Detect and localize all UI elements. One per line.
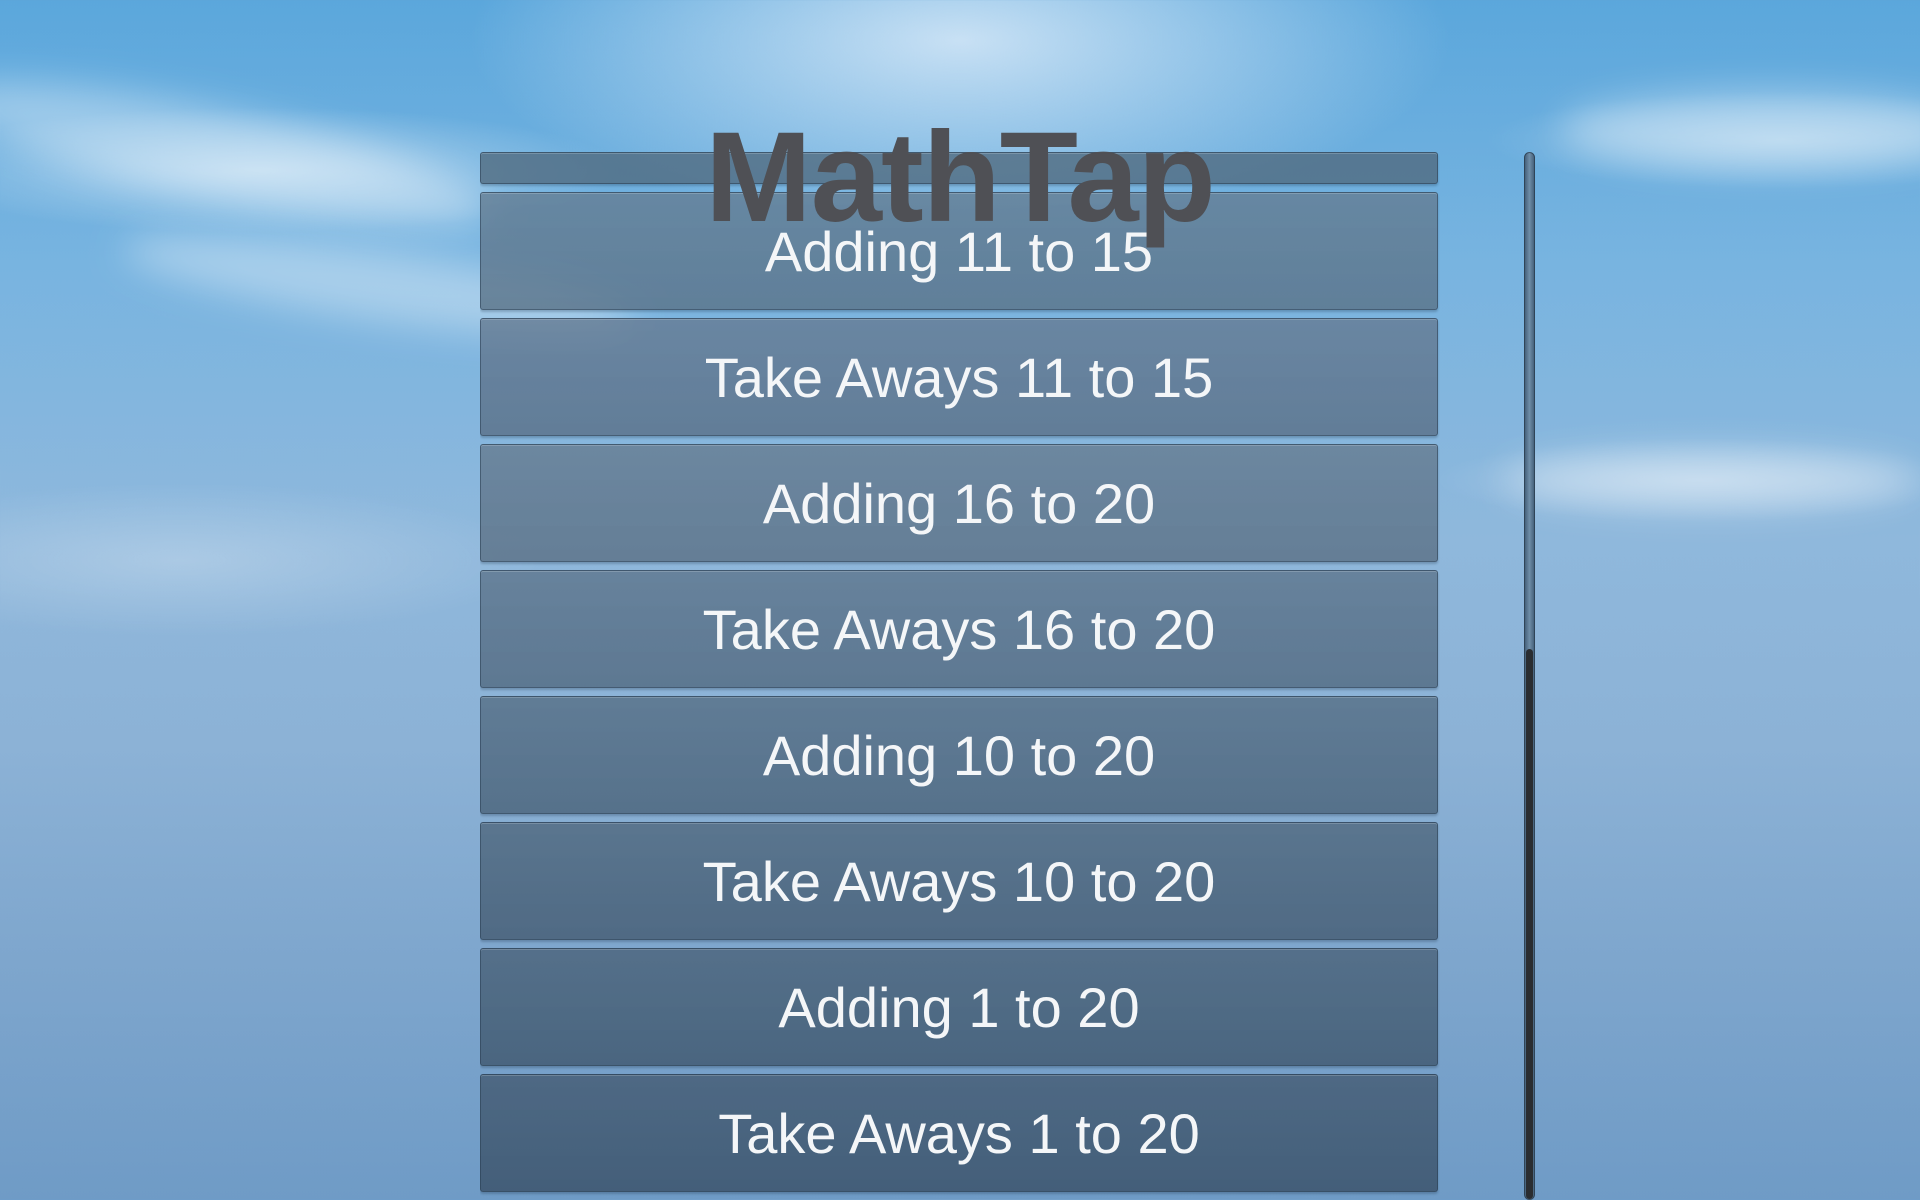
level-button-adding-10-20[interactable]: Adding 10 to 20 <box>480 696 1438 814</box>
level-button-takeaways-11-15[interactable]: Take Aways 11 to 15 <box>480 318 1438 436</box>
level-button-label: Adding 10 to 20 <box>762 723 1156 787</box>
vertical-scrollbar[interactable] <box>1524 152 1535 1200</box>
level-button-label: Adding 1 to 20 <box>778 975 1140 1039</box>
level-button-label: Take Aways 1 to 20 <box>718 1101 1200 1165</box>
level-button-adding-16-20[interactable]: Adding 16 to 20 <box>480 444 1438 562</box>
level-list[interactable]: Adding 11 to 15 Take Aways 11 to 15 Addi… <box>480 152 1440 1200</box>
level-button-takeaways-10-20[interactable]: Take Aways 10 to 20 <box>480 822 1438 940</box>
cloud <box>1500 450 1920 510</box>
level-button-takeaways-1-20[interactable]: Take Aways 1 to 20 <box>480 1074 1438 1192</box>
level-button-label: Adding 16 to 20 <box>762 471 1156 535</box>
level-button-takeaways-16-20[interactable]: Take Aways 16 to 20 <box>480 570 1438 688</box>
scrollbar-thumb[interactable] <box>1526 649 1533 1199</box>
level-button-label: Take Aways 10 to 20 <box>702 849 1216 913</box>
level-button-label: Take Aways 16 to 20 <box>702 597 1216 661</box>
level-button-adding-1-20[interactable]: Adding 1 to 20 <box>480 948 1438 1066</box>
level-button-label: Take Aways 11 to 15 <box>704 345 1214 409</box>
app-title: MathTap <box>705 105 1216 249</box>
